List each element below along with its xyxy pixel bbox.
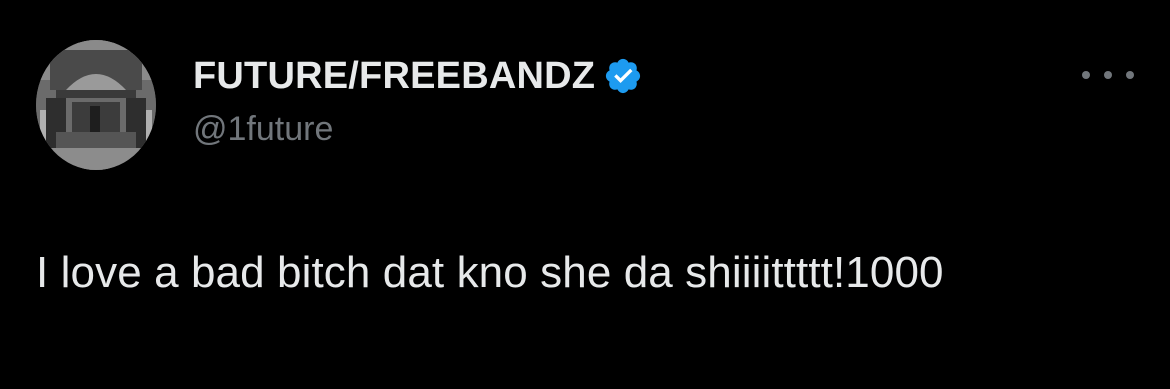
display-name[interactable]: FUTURE/FREEBANDZ [193,55,595,98]
avatar-image [36,40,156,170]
more-dot [1126,71,1134,79]
more-options-icon[interactable] [1082,62,1134,88]
author-name-row[interactable]: FUTURE/FREEBANDZ [193,54,643,98]
author-handle[interactable]: @1future [193,110,333,149]
verified-badge-icon [603,56,643,96]
tweet-text: I love a bad bitch dat kno she da shiiii… [36,248,944,297]
more-dot [1104,71,1112,79]
avatar[interactable] [36,40,156,170]
more-dot [1082,71,1090,79]
tweet-card[interactable]: FUTURE/FREEBANDZ @1future I love a bad b… [0,0,1170,389]
